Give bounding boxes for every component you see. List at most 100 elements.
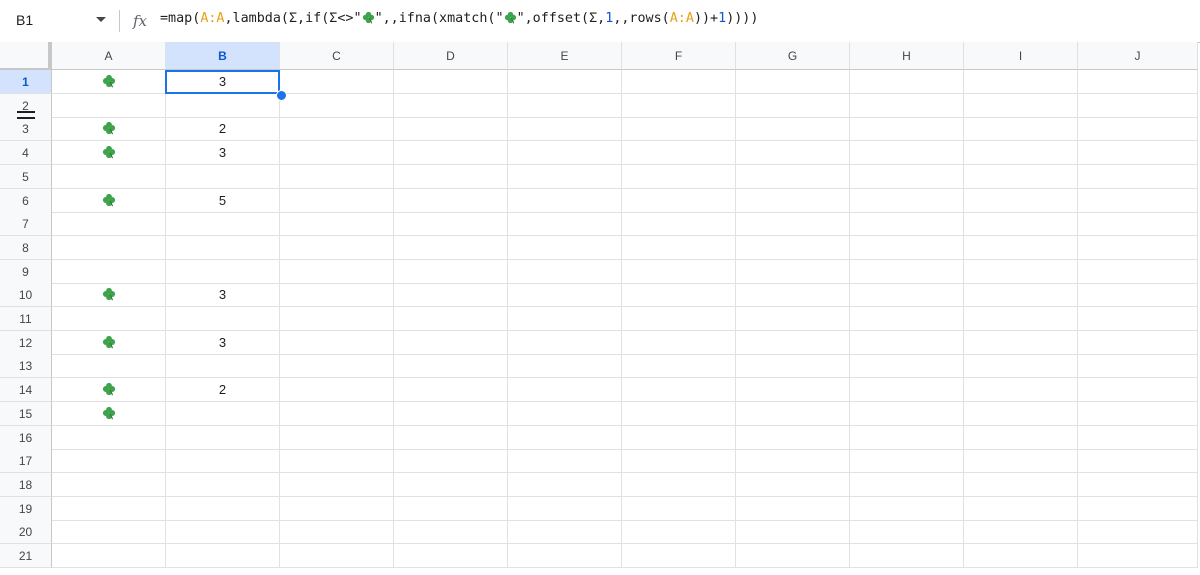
cell-g12[interactable]: [736, 330, 850, 355]
cell-c1[interactable]: [280, 70, 394, 94]
cell-d5[interactable]: [394, 164, 508, 189]
cell-b5[interactable]: [166, 164, 280, 189]
cell-b14[interactable]: 2: [166, 378, 280, 403]
cell-d8[interactable]: [394, 235, 508, 260]
cell-f21[interactable]: [622, 544, 736, 568]
cell-e18[interactable]: [508, 472, 622, 497]
cell-g16[interactable]: [736, 425, 850, 450]
cell-a19[interactable]: [52, 496, 166, 521]
cell-c10[interactable]: [280, 283, 394, 308]
cell-f12[interactable]: [622, 330, 736, 355]
cell-j7[interactable]: [1078, 212, 1198, 237]
cell-e7[interactable]: [508, 212, 622, 237]
row-header-10[interactable]: 10: [0, 283, 52, 308]
cell-h14[interactable]: [850, 378, 964, 403]
column-header-i[interactable]: I: [964, 42, 1078, 70]
cell-b2[interactable]: [166, 93, 280, 118]
cell-f10[interactable]: [622, 283, 736, 308]
cell-h6[interactable]: [850, 188, 964, 213]
cell-f17[interactable]: [622, 449, 736, 474]
cell-d2[interactable]: [394, 93, 508, 118]
cell-e1[interactable]: [508, 70, 622, 94]
cell-j6[interactable]: [1078, 188, 1198, 213]
row-resize-icon[interactable]: [17, 108, 35, 122]
cell-f18[interactable]: [622, 472, 736, 497]
cell-b10[interactable]: 3: [166, 283, 280, 308]
cell-h15[interactable]: [850, 401, 964, 426]
cell-h10[interactable]: [850, 283, 964, 308]
cell-g1[interactable]: [736, 70, 850, 94]
cell-a6[interactable]: [52, 188, 166, 213]
cell-b11[interactable]: [166, 307, 280, 331]
cell-f2[interactable]: [622, 93, 736, 118]
cell-e21[interactable]: [508, 544, 622, 568]
cell-i6[interactable]: [964, 188, 1078, 213]
row-header-6[interactable]: 6: [0, 188, 52, 213]
cell-j15[interactable]: [1078, 401, 1198, 426]
cell-j21[interactable]: [1078, 544, 1198, 568]
row-header-4[interactable]: 4: [0, 141, 52, 166]
cell-i19[interactable]: [964, 496, 1078, 521]
cell-b3[interactable]: 2: [166, 117, 280, 142]
cell-h8[interactable]: [850, 235, 964, 260]
cell-i18[interactable]: [964, 472, 1078, 497]
cell-e5[interactable]: [508, 164, 622, 189]
cell-h7[interactable]: [850, 212, 964, 237]
cell-i3[interactable]: [964, 117, 1078, 142]
cell-f3[interactable]: [622, 117, 736, 142]
cell-g13[interactable]: [736, 354, 850, 379]
cell-b12[interactable]: 3: [166, 330, 280, 355]
row-header-20[interactable]: 20: [0, 520, 52, 545]
cell-a9[interactable]: [52, 259, 166, 284]
cell-f7[interactable]: [622, 212, 736, 237]
cell-j12[interactable]: [1078, 330, 1198, 355]
cell-g11[interactable]: [736, 307, 850, 331]
column-header-f[interactable]: F: [622, 42, 736, 70]
cell-j18[interactable]: [1078, 472, 1198, 497]
cell-c5[interactable]: [280, 164, 394, 189]
row-header-12[interactable]: 12: [0, 330, 52, 355]
cell-j1[interactable]: [1078, 70, 1198, 94]
cell-a20[interactable]: [52, 520, 166, 545]
column-header-c[interactable]: C: [280, 42, 394, 70]
cell-g6[interactable]: [736, 188, 850, 213]
cell-g15[interactable]: [736, 401, 850, 426]
cell-g21[interactable]: [736, 544, 850, 568]
cell-c12[interactable]: [280, 330, 394, 355]
cell-j9[interactable]: [1078, 259, 1198, 284]
select-all-corner[interactable]: [0, 42, 52, 72]
cell-h4[interactable]: [850, 141, 964, 166]
row-header-15[interactable]: 15: [0, 401, 52, 426]
cell-a2[interactable]: [52, 93, 166, 118]
cell-g8[interactable]: [736, 235, 850, 260]
cell-h16[interactable]: [850, 425, 964, 450]
cell-c15[interactable]: [280, 401, 394, 426]
cell-c18[interactable]: [280, 472, 394, 497]
row-header-9[interactable]: 9: [0, 259, 52, 284]
cell-b16[interactable]: [166, 425, 280, 450]
cell-a11[interactable]: [52, 307, 166, 331]
cell-e13[interactable]: [508, 354, 622, 379]
row-header-5[interactable]: 5: [0, 164, 52, 189]
cell-e9[interactable]: [508, 259, 622, 284]
cell-a10[interactable]: [52, 283, 166, 308]
cell-d16[interactable]: [394, 425, 508, 450]
cell-c3[interactable]: [280, 117, 394, 142]
cell-j11[interactable]: [1078, 307, 1198, 331]
cell-j10[interactable]: [1078, 283, 1198, 308]
cell-f1[interactable]: [622, 70, 736, 94]
cell-i1[interactable]: [964, 70, 1078, 94]
row-header-16[interactable]: 16: [0, 425, 52, 450]
cell-f9[interactable]: [622, 259, 736, 284]
cell-b1[interactable]: 3: [166, 70, 280, 94]
row-header-17[interactable]: 17: [0, 449, 52, 474]
cell-g9[interactable]: [736, 259, 850, 284]
cell-g14[interactable]: [736, 378, 850, 403]
cell-c21[interactable]: [280, 544, 394, 568]
cell-f20[interactable]: [622, 520, 736, 545]
cell-h1[interactable]: [850, 70, 964, 94]
row-header-21[interactable]: 21: [0, 544, 52, 568]
row-header-1[interactable]: 1: [0, 70, 52, 94]
cell-a4[interactable]: [52, 141, 166, 166]
cell-j2[interactable]: [1078, 93, 1198, 118]
